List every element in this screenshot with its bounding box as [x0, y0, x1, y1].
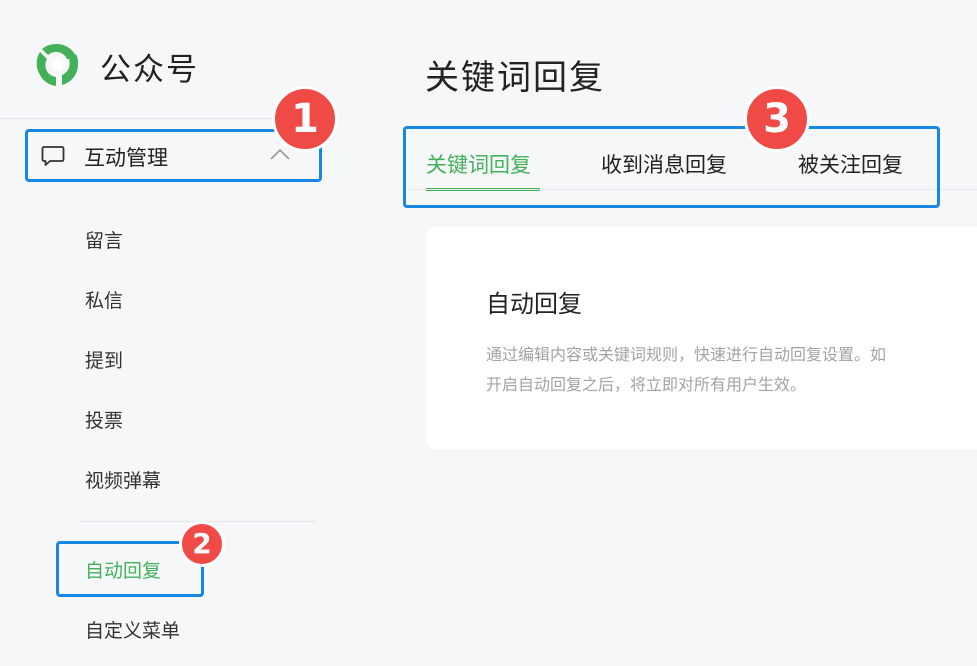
- step-badge-2: 2: [179, 521, 225, 567]
- step-badge-1: 1: [272, 86, 338, 152]
- sidebar-item-private-messages[interactable]: 私信: [85, 286, 123, 313]
- auto-reply-card: 自动回复 通过编辑内容或关键词规则，快速进行自动回复设置。如 开启自动回复之后，…: [426, 227, 977, 449]
- card-description-line: 通过编辑内容或关键词规则，快速进行自动回复设置。如: [486, 345, 887, 364]
- sidebar-item-auto-reply[interactable]: 自动回复: [85, 556, 161, 583]
- sidebar-item-video-danmaku[interactable]: 视频弹幕: [85, 466, 161, 493]
- tab-follow-reply[interactable]: 被关注回复: [798, 149, 903, 179]
- tab-message-received-reply[interactable]: 收到消息回复: [601, 149, 727, 179]
- chat-bubble-icon: [41, 146, 65, 166]
- tab-keyword-reply[interactable]: 关键词回复: [426, 149, 531, 179]
- card-description-line: 开启自动回复之后，将立即对所有用户生效。: [486, 375, 807, 394]
- sidebar-item-comments[interactable]: 留言: [85, 226, 123, 253]
- step-badge-3: 3: [744, 86, 810, 152]
- tab-bar: 关键词回复 收到消息回复 被关注回复: [406, 130, 966, 205]
- sidebar-item-mentions[interactable]: 提到: [85, 346, 123, 373]
- tab-bar-divider: [406, 189, 977, 190]
- chevron-up-icon[interactable]: [270, 148, 290, 160]
- app-title: 公众号: [100, 52, 199, 88]
- sidebar-group-interaction-management[interactable]: 互动管理: [26, 130, 320, 181]
- sidebar-item-custom-menu[interactable]: 自定义菜单: [85, 616, 180, 643]
- sidebar-item-votes[interactable]: 投票: [85, 406, 123, 433]
- card-description: 通过编辑内容或关键词规则，快速进行自动回复设置。如 开启自动回复之后，将立即对所…: [486, 340, 977, 400]
- card-title: 自动回复: [486, 290, 582, 318]
- page-title: 关键词回复: [425, 58, 605, 98]
- sidebar-group-label: 互动管理: [84, 146, 168, 170]
- wechat-official-logo-icon: [36, 43, 79, 86]
